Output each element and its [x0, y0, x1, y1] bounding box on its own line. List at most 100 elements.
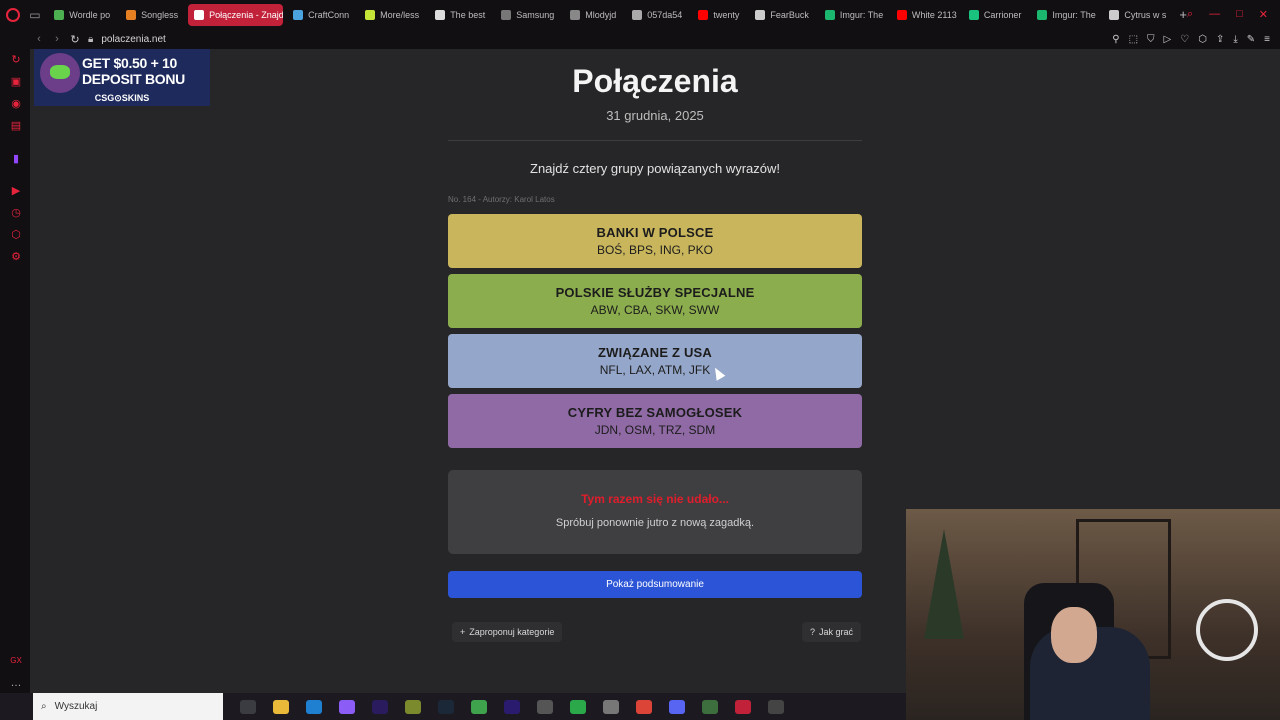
close-icon[interactable]: ✕ — [1259, 8, 1268, 21]
settings-icon[interactable]: ⚙ — [10, 251, 22, 263]
snapshot-icon[interactable]: ⬚ — [1129, 34, 1138, 45]
tab-label: The best — [450, 9, 486, 20]
browser-sidebar: ↻ ▣ ◉ ▤ ▮ ▶ ◷ ⬡ ⚙ GX … — [0, 29, 30, 693]
tab-label: Mlodyjd — [585, 9, 617, 20]
plus-icon: + — [460, 627, 466, 637]
heart-icon[interactable]: ♡ — [1180, 34, 1189, 45]
ai-icon[interactable]: ✎ — [1247, 34, 1255, 45]
browser-tab[interactable]: CraftConn — [287, 4, 355, 26]
url-field[interactable]: polaczenia.net — [101, 34, 166, 45]
history-icon[interactable]: ↻ — [10, 54, 22, 66]
pin-icon[interactable]: ⚲ — [1112, 34, 1119, 45]
file-explorer-icon[interactable] — [273, 699, 289, 714]
browser-tab[interactable]: Wordle po — [48, 4, 116, 26]
shield-icon[interactable]: ⛉ — [1147, 34, 1155, 45]
obs-icon[interactable] — [537, 699, 553, 714]
cube-icon[interactable]: ⬡ — [10, 229, 22, 241]
play-icon[interactable]: ▷ — [1164, 34, 1172, 45]
tab-favicon-icon — [824, 9, 835, 20]
download-icon[interactable]: ⤓ — [1233, 34, 1237, 45]
steam-icon[interactable] — [438, 699, 454, 714]
window-controls: ⌕ — □ ✕ — [1187, 8, 1280, 21]
ad-subheadline: DEPOSIT BONU — [82, 71, 185, 87]
ad-banner[interactable]: GET $0.50 + 10 DEPOSIT BONU CSG⊙SKINS — [34, 49, 210, 106]
search-tabs-icon[interactable]: ⌕ — [1187, 8, 1193, 21]
browser-tab[interactable]: Połączenia - Znajd — [188, 3, 284, 26]
chrome-icon[interactable] — [636, 699, 652, 714]
app-icon[interactable] — [702, 699, 718, 714]
how-to-play-button[interactable]: ? Jak grać — [802, 622, 862, 642]
tab-label: twenty — [713, 9, 740, 20]
suggest-category-button[interactable]: + Zaproponuj kategorie — [452, 622, 563, 642]
retry-message: Spróbuj ponownie jutro z nową zagadką. — [555, 517, 755, 529]
browser-tab[interactable]: Imgur: The — [1031, 4, 1099, 26]
discord-icon[interactable] — [669, 699, 685, 714]
tab-switcher-icon[interactable]: ▭ — [26, 8, 45, 22]
search-icon: ⌕ — [41, 701, 47, 712]
browser-tab[interactable]: Samsung — [495, 4, 560, 26]
os-taskbar: ⌕ Wyszukaj — [0, 693, 906, 720]
browser-tab[interactable]: Mlodyjd — [564, 4, 622, 26]
premiere-icon[interactable] — [504, 699, 520, 714]
tab-favicon-icon — [632, 9, 643, 20]
show-summary-button[interactable]: Pokaż podsumowanie — [448, 571, 862, 598]
app-icon[interactable] — [306, 699, 322, 714]
player-icon[interactable]: ▶ — [10, 185, 22, 197]
taskbar-search[interactable]: ⌕ Wyszukaj — [33, 693, 223, 720]
opera-gx-icon[interactable] — [735, 699, 751, 714]
group-title: POLSKIE SŁUŻBY SPECJALNE — [555, 285, 755, 300]
browser-tab[interactable]: 057da54 — [626, 4, 688, 26]
puzzle-date: 31 grudnia, 2025 — [606, 108, 704, 123]
pinboard-icon[interactable]: ▤ — [10, 120, 22, 132]
group-words: ABW, CBA, SKW, SWW — [590, 303, 720, 317]
messenger-icon[interactable]: ◉ — [10, 98, 22, 110]
app-icon[interactable] — [339, 699, 355, 714]
gx-icon[interactable]: GX — [10, 655, 22, 667]
app-icon[interactable] — [570, 699, 586, 714]
more-icon[interactable]: … — [10, 677, 22, 689]
twitch-icon[interactable]: ▮ — [10, 153, 22, 165]
menu-icon[interactable]: ≡ — [1264, 34, 1270, 45]
tab-favicon-icon — [1109, 9, 1120, 20]
fan-image — [1196, 599, 1258, 661]
group-card: BANKI W POLSCE BOŚ, BPS, ING, PKO — [448, 214, 862, 268]
group-card: ZWIĄZANE Z USA NFL, LAX, ATM, JFK — [448, 334, 862, 388]
extensions-icon[interactable]: ⬡ — [1198, 34, 1207, 45]
opera-logo-icon[interactable] — [0, 0, 26, 29]
browser-tab[interactable]: Imgur: The — [819, 4, 887, 26]
tab-favicon-icon — [968, 9, 979, 20]
clock-icon[interactable]: ◷ — [10, 207, 22, 219]
tab-favicon-icon — [54, 9, 65, 20]
browser-tab[interactable]: Carrioner — [963, 4, 1028, 26]
reload-icon[interactable]: ↻ — [66, 33, 84, 46]
minecraft-icon[interactable] — [405, 699, 421, 714]
fail-message: Tym razem się nie udało... — [581, 492, 729, 506]
maximize-icon[interactable]: □ — [1236, 8, 1243, 21]
bag-icon[interactable]: ▣ — [10, 76, 22, 88]
app-icon[interactable] — [768, 699, 784, 714]
group-words: BOŚ, BPS, ING, PKO — [596, 243, 714, 257]
tab-favicon-icon — [501, 9, 512, 20]
group-title: BANKI W POLSCE — [596, 225, 714, 240]
share-icon[interactable]: ⇪ — [1216, 34, 1224, 45]
browser-tab[interactable]: The best — [429, 4, 491, 26]
app-icon[interactable] — [603, 699, 619, 714]
streamer-head-image — [1051, 607, 1097, 663]
app-icon[interactable] — [471, 699, 487, 714]
new-tab-button[interactable]: + — [1179, 7, 1187, 22]
forward-icon[interactable]: › — [48, 33, 66, 45]
browser-tab[interactable]: Songless — [120, 4, 184, 26]
question-icon: ? — [810, 627, 816, 637]
ad-brand: CSG⊙SKINS — [94, 93, 150, 103]
browser-tab[interactable]: More/less — [359, 4, 425, 26]
browser-tab[interactable]: FearBuck — [749, 4, 815, 26]
browser-tab[interactable]: twenty — [692, 4, 745, 26]
task-view-icon[interactable] — [240, 699, 256, 714]
back-icon[interactable]: ‹ — [30, 33, 48, 45]
minimize-icon[interactable]: — — [1209, 8, 1220, 21]
ad-mascot-image — [40, 53, 80, 93]
after-effects-icon[interactable] — [372, 699, 388, 714]
browser-tab[interactable]: White 2113 — [891, 4, 959, 26]
browser-tab[interactable]: Cytrus w s — [1103, 4, 1171, 26]
tab-label: Samsung — [516, 9, 555, 20]
